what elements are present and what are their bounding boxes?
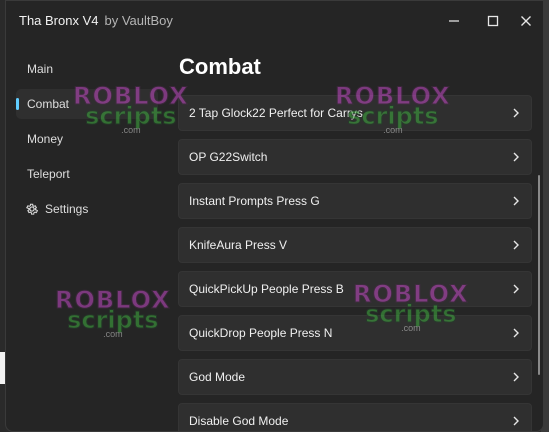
gear-icon: [26, 203, 39, 215]
option-row-instant-prompts[interactable]: Instant Prompts Press G: [178, 183, 532, 219]
option-label: Instant Prompts Press G: [189, 194, 320, 208]
sidebar-item-label: Money: [27, 132, 64, 146]
chevron-right-icon: [513, 416, 519, 426]
close-button[interactable]: [514, 9, 538, 33]
sidebar: Main Combat Money Teleport Settings: [6, 51, 166, 229]
option-label: God Mode: [189, 370, 246, 384]
option-row-glock22[interactable]: 2 Tap Glock22 Perfect for Carrys: [178, 95, 532, 131]
window-title: Tha Bronx V4 by VaultBoy: [19, 13, 173, 28]
main-content: Combat 2 Tap Glock22 Perfect for Carrys …: [178, 51, 532, 431]
sidebar-item-teleport[interactable]: Teleport: [16, 159, 158, 189]
sidebar-item-main[interactable]: Main: [16, 54, 158, 84]
scrollbar[interactable]: [538, 175, 540, 375]
chevron-right-icon: [513, 372, 519, 382]
option-label: QuickPickUp People Press B: [189, 282, 344, 296]
title-bar[interactable]: Tha Bronx V4 by VaultBoy: [6, 1, 543, 41]
maximize-button[interactable]: [481, 9, 505, 33]
sidebar-item-label: Main: [27, 62, 54, 76]
option-row-quickdrop[interactable]: QuickDrop People Press N: [178, 315, 532, 351]
option-label: QuickDrop People Press N: [189, 326, 333, 340]
window-title-text: Tha Bronx V4: [19, 13, 99, 28]
option-row-quickpickup[interactable]: QuickPickUp People Press B: [178, 271, 532, 307]
chevron-right-icon: [513, 328, 519, 338]
app-window: Tha Bronx V4 by VaultBoy Main Combat Mone…: [5, 0, 544, 432]
chevron-right-icon: [513, 240, 519, 250]
page-title: Combat: [179, 54, 261, 79]
option-row-god-mode[interactable]: God Mode: [178, 359, 532, 395]
option-row-g22switch[interactable]: OP G22Switch: [178, 139, 532, 175]
chevron-right-icon: [513, 152, 519, 162]
sidebar-item-money[interactable]: Money: [16, 124, 158, 154]
chevron-right-icon: [513, 108, 519, 118]
chevron-right-icon: [513, 284, 519, 294]
minimize-button[interactable]: [442, 9, 466, 33]
minimize-icon: [449, 20, 459, 22]
sidebar-item-label: Combat: [27, 97, 70, 111]
option-label: 2 Tap Glock22 Perfect for Carrys: [189, 106, 363, 120]
chevron-right-icon: [513, 196, 519, 206]
option-label: KnifeAura Press V: [189, 238, 288, 252]
option-list: 2 Tap Glock22 Perfect for Carrys OP G22S…: [178, 95, 532, 431]
active-indicator: [16, 98, 19, 110]
sidebar-item-settings[interactable]: Settings: [16, 194, 158, 224]
maximize-icon: [487, 15, 499, 27]
option-row-disable-god-mode[interactable]: Disable God Mode: [178, 403, 532, 431]
option-label: OP G22Switch: [189, 150, 268, 164]
option-row-knifeaura[interactable]: KnifeAura Press V: [178, 227, 532, 263]
sidebar-item-label: Teleport: [27, 167, 70, 181]
close-icon: [521, 16, 531, 26]
window-subtitle: by VaultBoy: [104, 13, 173, 28]
option-label: Disable God Mode: [189, 414, 289, 428]
sidebar-item-combat[interactable]: Combat: [16, 89, 158, 119]
sidebar-item-label: Settings: [45, 202, 89, 216]
